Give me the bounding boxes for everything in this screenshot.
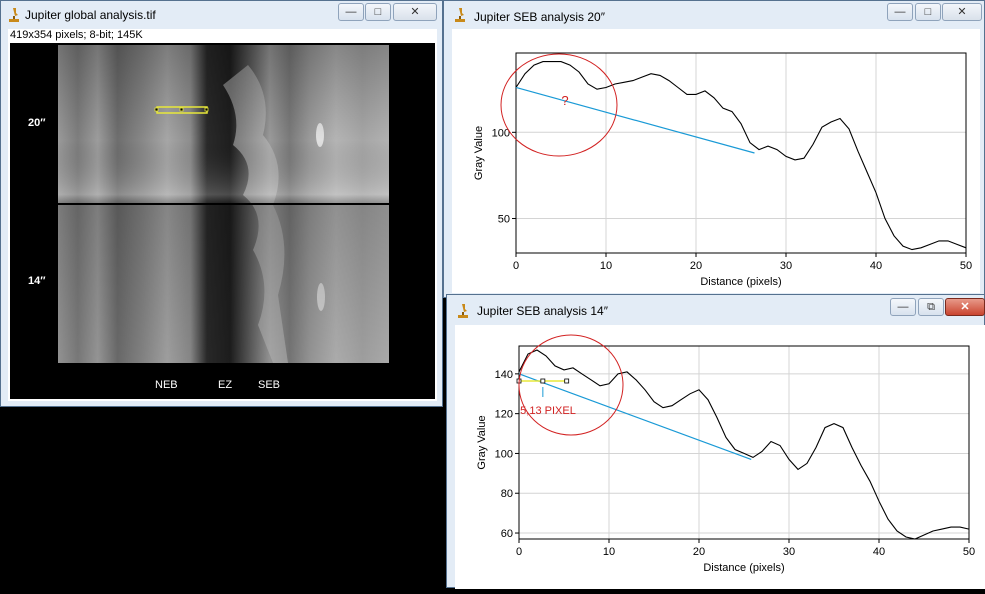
jupiter-band-image[interactable] [58, 45, 389, 363]
x-axis-label: Distance (pixels) [703, 562, 784, 574]
close-icon: ✕ [960, 301, 970, 313]
minimize-icon: — [894, 6, 906, 18]
image-client-area: 419x354 pixels; 8-bit; 145K 20″ 14″ NEB … [8, 29, 437, 401]
label-ez: EZ [218, 379, 233, 391]
y-tick-label: 140 [495, 369, 513, 381]
x-tick-label: 30 [780, 260, 792, 272]
maximize-icon: □ [374, 6, 382, 18]
x-tick-label: 0 [513, 260, 519, 272]
close-button[interactable]: ✕ [393, 3, 437, 21]
x-tick-label: 50 [960, 260, 972, 272]
plot-frame [515, 52, 967, 254]
annotation-circle [518, 334, 624, 436]
maximize-button[interactable]: □ [915, 3, 941, 21]
annotation-circle [500, 53, 618, 157]
x-tick-label: 40 [870, 260, 882, 272]
imagej-microscope-icon [453, 7, 467, 23]
selection-handle [564, 378, 570, 384]
x-tick-label: 0 [516, 546, 522, 558]
plot14-titlebar[interactable]: Jupiter SEB analysis 14″ — ⧉ ✕ [447, 295, 985, 323]
imagej-microscope-icon [7, 7, 21, 23]
y-axis-label: Gray Value [473, 126, 485, 180]
profile-line [518, 349, 970, 540]
x-tick-label: 30 [783, 546, 795, 558]
image-canvas[interactable]: 20″ 14″ NEB EZ SEB [10, 43, 435, 399]
annotation-text: 5,13 PIXEL [520, 405, 576, 417]
plot20-titlebar[interactable]: Jupiter SEB analysis 20″ — □ ✕ [444, 1, 984, 29]
trend-line [515, 86, 755, 154]
x-axis-label: Distance (pixels) [700, 276, 781, 288]
imagej-microscope-icon [456, 303, 470, 319]
global-image-window[interactable]: Jupiter global analysis.tif — □ ✕ 419x35… [0, 0, 443, 407]
profile-plot-20: 0 10 20 30 40 5050100Distance (pixels)Gray Va… [473, 52, 972, 288]
restore-button[interactable]: ⧉ [918, 298, 944, 316]
y-axis-label: Gray Value [476, 415, 488, 469]
window-title: Jupiter SEB analysis 20″ [474, 10, 605, 24]
x-tick-label: 20 [693, 546, 705, 558]
label-20-arcsec: 20″ [28, 117, 46, 129]
x-tick-label: 10 [603, 546, 615, 558]
restore-icon: ⧉ [927, 301, 935, 313]
plot14-client: 0 10 20 30 40 50 60 80 100 120 140 Distance (pixels… [455, 325, 985, 589]
plot20-client: 0 10 20 30 40 50 50 100 Distance (pixels) Gray Va… [452, 29, 980, 293]
minimize-button[interactable]: — [890, 298, 916, 316]
minimize-icon: — [897, 301, 909, 313]
profile-plot-14: 0 10 20 30 40 50 60 80 100 120 140 Distance (pixels… [476, 334, 975, 574]
window-title: Jupiter global analysis.tif [25, 8, 156, 22]
profile-line [515, 61, 967, 251]
x-tick-label: 10 [600, 260, 612, 272]
maximize-button[interactable]: □ [365, 3, 391, 21]
y-tick-label: 100 [495, 448, 513, 460]
close-button[interactable]: ✕ [942, 3, 982, 21]
annotation-text: ? [561, 93, 568, 108]
x-tick-label: 40 [873, 546, 885, 558]
close-button[interactable]: ✕ [945, 298, 985, 316]
close-icon: ✕ [957, 6, 967, 18]
y-tick-label: 60 [501, 528, 513, 540]
minimize-icon: — [345, 6, 357, 18]
plot-window-14[interactable]: Jupiter SEB analysis 14″ — ⧉ ✕ 0 10 20 30 40… [446, 294, 985, 589]
close-icon: ✕ [410, 6, 420, 18]
label-14-arcsec: 14″ [28, 275, 46, 287]
minimize-button[interactable]: — [887, 3, 913, 21]
selection-handle [540, 378, 546, 384]
label-neb: NEB [155, 379, 178, 391]
image-info-text: 419x354 pixels; 8-bit; 145K [10, 29, 143, 41]
label-seb: SEB [258, 379, 281, 391]
plot-window-20[interactable]: Jupiter SEB analysis 20″ — □ ✕ 0 10 20 30 40… [443, 0, 985, 298]
minimize-button[interactable]: — [338, 3, 364, 21]
x-tick-label: 20 [690, 260, 702, 272]
plot-frame [518, 345, 970, 540]
window-title: Jupiter SEB analysis 14″ [477, 304, 608, 318]
maximize-icon: □ [924, 6, 932, 18]
x-tick-label: 50 [963, 546, 975, 558]
y-tick-label: 80 [501, 488, 513, 500]
y-tick-label: 50 [498, 214, 510, 226]
global-window-titlebar[interactable]: Jupiter global analysis.tif — □ ✕ [1, 1, 442, 29]
y-tick-label: 120 [495, 409, 513, 421]
